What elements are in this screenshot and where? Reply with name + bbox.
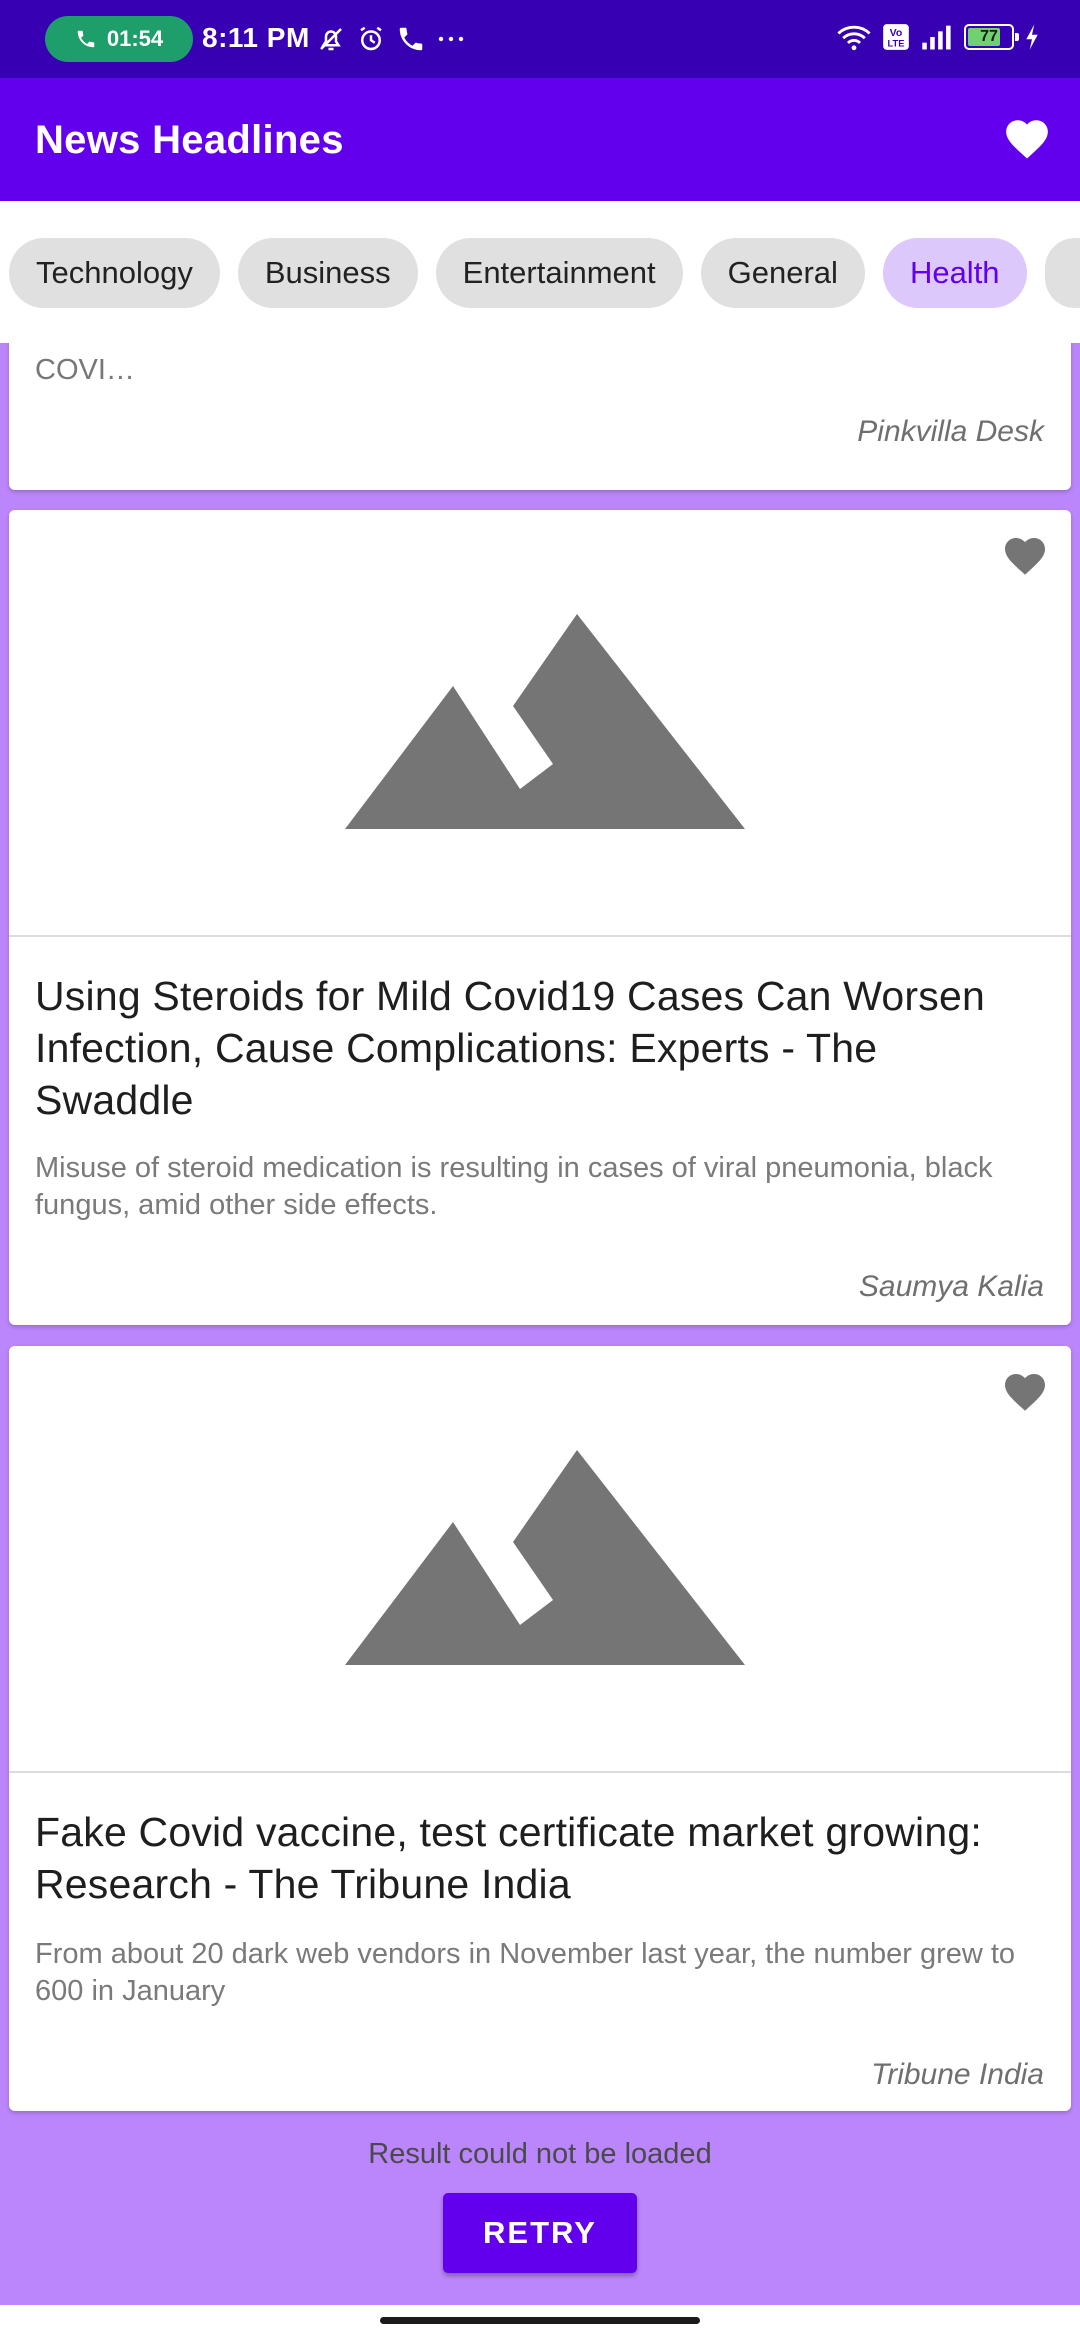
app-title: News Headlines [35,118,344,162]
image-placeholder-icon [345,1450,745,1665]
card-image [9,510,1071,937]
favorite-toggle[interactable] [997,1364,1053,1420]
charging-icon [1026,24,1038,50]
card-image [9,1346,1071,1773]
chip-entertainment[interactable]: Entertainment [435,238,683,308]
card-author: Tribune India [871,2058,1044,2091]
more-dots-icon [438,36,464,42]
status-icons-right: Vo LTE 77 [836,22,1040,52]
heart-icon [1006,120,1048,159]
battery-icon: 77 [964,24,1019,50]
card-title: Fake Covid vaccine, test certificate mar… [35,1809,982,1907]
ongoing-call-pill[interactable]: 01:54 [45,16,193,62]
battery-tip [1015,33,1019,41]
volte-icon: VoLTE [883,24,909,50]
news-card[interactable]: Fake Covid vaccine, test certificate mar… [9,1346,1071,2111]
chip-general[interactable]: General [700,238,865,308]
chip-business[interactable]: Business [237,238,418,308]
category-chips: Technology Business Entertainment Genera… [0,201,1080,343]
card-author: Pinkvilla Desk [857,415,1044,448]
signal-icon [922,25,951,50]
card-description: Misuse of steroid medication is resultin… [35,1152,993,1221]
app-bar: News Headlines [0,78,1080,201]
status-icons-left [316,24,466,54]
heart-icon [1005,538,1045,575]
card-title: Using Steroids for Mild Covid19 Cases Ca… [35,973,985,1123]
home-indicator[interactable] [380,2317,700,2324]
favorites-button[interactable] [998,110,1056,168]
news-card[interactable]: Using Steroids for Mild Covid19 Cases Ca… [9,510,1071,1325]
category-chips-track: Technology Business Entertainment Genera… [9,238,1080,308]
status-time: 8:11 PM [202,22,310,53]
alarm-icon [360,26,382,51]
news-feed[interactable]: COVI… Pinkvilla Desk Using Steroids for … [0,343,1080,2305]
chip-health[interactable]: Health [882,238,1027,308]
card-description: From about 20 dark web vendors in Novemb… [35,1938,1016,2007]
chip-partial[interactable] [1044,238,1080,308]
battery-level: 77 [980,28,998,45]
mute-icon [320,28,342,51]
card-author: Saumya Kalia [858,1270,1044,1303]
heart-icon [1005,1374,1045,1411]
svg-text:LTE: LTE [888,38,905,48]
phone-icon [77,30,95,48]
wifi-icon [837,25,871,51]
phone-icon [399,27,423,51]
status-bar: 01:54 8:11 PM Vo LTE 77 [0,0,1080,78]
retry-button[interactable]: RETRY [443,2193,637,2273]
image-placeholder-icon [345,614,745,829]
svg-text:Vo: Vo [890,27,903,39]
favorite-toggle[interactable] [997,528,1053,584]
chip-technology[interactable]: Technology [9,238,220,308]
load-error-message: Result could not be loaded [368,2138,712,2170]
call-timer: 01:54 [106,26,164,51]
gesture-nav-bar [0,2305,1080,2340]
card-description: COVI… [35,354,135,386]
news-card[interactable]: COVI… Pinkvilla Desk [9,343,1071,490]
